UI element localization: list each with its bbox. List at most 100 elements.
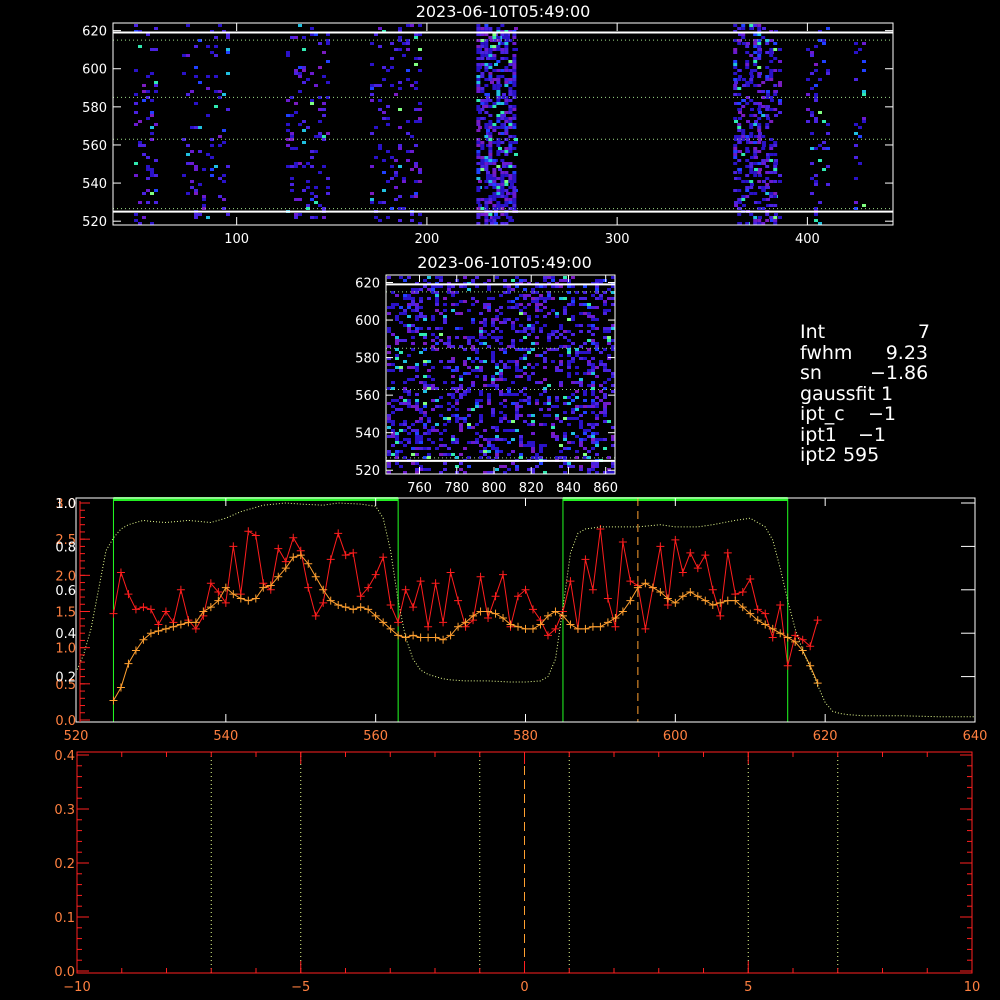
image-pixel — [467, 441, 471, 444]
image-pixel — [611, 375, 615, 378]
image-pixel — [386, 117, 390, 120]
image-pixel — [406, 48, 410, 51]
image-pixel — [753, 60, 758, 63]
image-pixel — [154, 81, 158, 84]
image-pixel — [603, 411, 607, 414]
image-pixel — [480, 156, 485, 159]
image-pixel — [527, 315, 531, 318]
image-pixel — [435, 309, 439, 312]
image-pixel — [154, 27, 158, 30]
image-pixel — [571, 465, 575, 468]
image-pixel — [519, 303, 523, 306]
image-pixel — [455, 399, 459, 402]
image-pixel — [515, 417, 519, 420]
image-pixel — [499, 342, 503, 345]
image-pixel — [294, 147, 298, 150]
image-pixel — [559, 360, 563, 363]
image-pixel — [531, 330, 535, 333]
image-pixel — [399, 408, 403, 411]
image-pixel — [583, 411, 587, 414]
image-pixel — [591, 426, 595, 429]
image-pixel — [587, 312, 591, 315]
image-pixel — [418, 168, 422, 171]
image-pixel — [559, 354, 563, 357]
image-pixel — [427, 432, 431, 435]
image-pixel — [571, 300, 575, 303]
image-pixel — [403, 390, 407, 393]
image-pixel — [476, 78, 481, 81]
image-pixel — [555, 396, 559, 399]
image-pixel — [499, 321, 503, 324]
image-pixel — [394, 186, 398, 189]
image-pixel — [591, 468, 595, 471]
image-pixel — [150, 174, 154, 177]
image-pixel — [742, 84, 746, 87]
image-pixel — [134, 174, 138, 177]
image-pixel — [382, 78, 386, 81]
image-pixel — [508, 78, 513, 81]
image-pixel — [451, 453, 455, 456]
image-pixel — [745, 186, 750, 189]
image-pixel — [467, 465, 471, 468]
image-pixel — [769, 216, 774, 219]
image-pixel — [508, 177, 513, 180]
image-pixel — [531, 414, 535, 417]
image-pixel — [218, 144, 222, 147]
image-pixel — [757, 150, 762, 153]
image-pixel — [378, 27, 382, 30]
image-pixel — [407, 441, 411, 444]
image-pixel — [515, 297, 519, 300]
image-pixel — [587, 351, 591, 354]
image-pixel — [765, 186, 770, 189]
image-pixel — [407, 324, 411, 327]
image-pixel — [769, 195, 774, 198]
image-pixel — [467, 288, 471, 291]
image-pixel — [500, 177, 505, 180]
image-pixel — [607, 288, 611, 291]
image-pixel — [862, 90, 866, 93]
image-pixel — [778, 99, 782, 102]
image-pixel — [370, 132, 374, 135]
image-pixel — [495, 453, 499, 456]
image-pixel — [210, 51, 214, 54]
image-pixel — [394, 159, 398, 162]
image-pixel — [523, 393, 527, 396]
image-pixel — [496, 39, 501, 42]
image-pixel — [378, 99, 382, 102]
image-pixel — [475, 300, 479, 303]
image-pixel — [499, 375, 503, 378]
image-pixel — [488, 78, 493, 81]
image-pixel — [571, 297, 575, 300]
image-pixel — [745, 102, 750, 105]
image-pixel — [591, 399, 595, 402]
image-pixel — [475, 285, 479, 288]
image-pixel — [854, 201, 858, 204]
image-pixel — [543, 414, 547, 417]
image-pixel — [814, 117, 818, 120]
image-pixel — [492, 204, 497, 207]
image-pixel — [198, 81, 202, 84]
image-pixel — [306, 126, 310, 129]
image-pixel — [749, 162, 754, 165]
image-pixel — [738, 75, 742, 78]
image-pixel — [551, 360, 555, 363]
image-pixel — [587, 303, 591, 306]
image-pixel — [762, 198, 766, 201]
image-pixel — [765, 42, 770, 45]
image-pixel — [765, 51, 770, 54]
image-pixel — [543, 360, 547, 363]
image-pixel — [515, 468, 519, 471]
image-pixel — [749, 24, 754, 27]
image-pixel — [382, 201, 386, 204]
image-pixel — [539, 393, 543, 396]
image-pixel — [154, 189, 158, 192]
image-pixel — [484, 84, 489, 87]
image-pixel — [419, 288, 423, 291]
image-pixel — [488, 72, 493, 75]
image-pixel — [294, 213, 298, 216]
image-pixel — [595, 342, 599, 345]
image-pixel — [758, 168, 762, 171]
image-pixel — [563, 435, 567, 438]
image-pixel — [512, 147, 517, 150]
image-pixel — [431, 399, 435, 402]
